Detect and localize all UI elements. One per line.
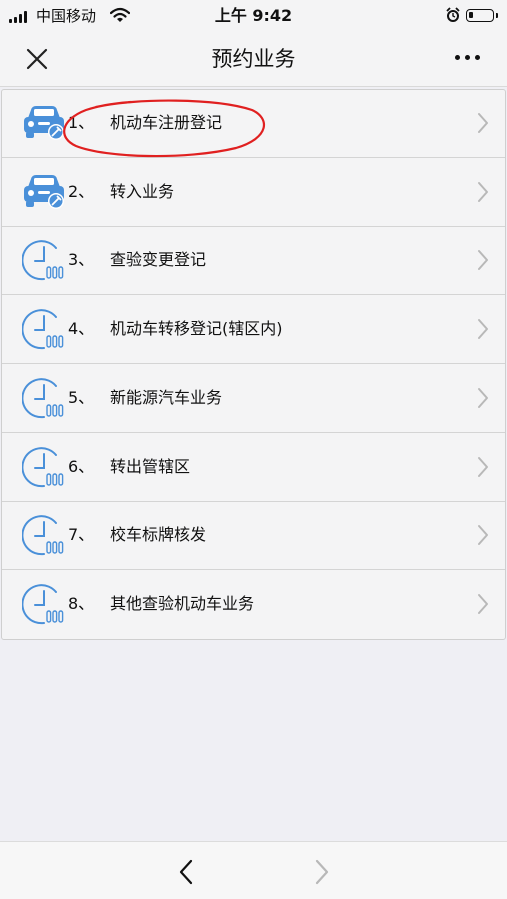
clock-icon <box>21 239 66 281</box>
alarm-icon <box>446 7 460 22</box>
item-number: 5、 <box>68 387 95 407</box>
item-number: 2、 <box>68 181 95 201</box>
chevron-right-icon <box>476 593 490 615</box>
list-item[interactable]: 3、 查验变更登记 <box>2 227 505 296</box>
list-item[interactable]: 2、 转入业务 <box>2 159 505 227</box>
chevron-right-icon <box>476 456 490 478</box>
chevron-right-icon <box>476 524 490 546</box>
bottom-toolbar <box>0 841 507 899</box>
item-label: 校车标牌核发 <box>110 525 207 545</box>
more-icon[interactable] <box>455 55 483 63</box>
clock-icon <box>21 514 66 556</box>
item-label: 其他查验机动车业务 <box>110 593 255 613</box>
clock-icon <box>21 377 66 419</box>
list-item[interactable]: 5、 新能源汽车业务 <box>2 365 505 433</box>
battery-icon <box>466 9 498 22</box>
page-title: 预约业务 <box>211 47 296 71</box>
item-label: 机动车转移登记(辖区内) <box>110 319 283 339</box>
list-item[interactable]: 7、 校车标牌核发 <box>2 502 505 571</box>
back-arrow-icon[interactable] <box>176 858 196 886</box>
item-number: 4、 <box>68 319 95 339</box>
car-icon <box>22 171 66 213</box>
list-item[interactable]: 4、 机动车转移登记(辖区内) <box>2 296 505 365</box>
chevron-right-icon <box>476 318 490 340</box>
item-number: 6、 <box>68 456 95 476</box>
annotation-ellipse <box>63 99 266 158</box>
chevron-right-icon <box>476 181 490 203</box>
clock-icon <box>21 583 66 625</box>
chevron-right-icon <box>476 112 490 134</box>
item-label: 查验变更登记 <box>110 250 207 270</box>
clock-icon <box>21 446 66 488</box>
forward-arrow-icon[interactable] <box>312 858 332 886</box>
clock-icon <box>21 308 66 350</box>
chevron-right-icon <box>476 249 490 271</box>
list-item[interactable]: 6、 转出管辖区 <box>2 434 505 502</box>
list-item[interactable]: 8、 其他查验机动车业务 <box>2 571 505 639</box>
status-bar: 中国移动 上午 9:42 <box>0 0 507 32</box>
item-label: 新能源汽车业务 <box>110 387 223 407</box>
status-time: 上午 9:42 <box>214 6 293 25</box>
item-label: 转入业务 <box>110 181 175 201</box>
item-label: 转出管辖区 <box>110 456 191 476</box>
item-number: 3、 <box>68 250 95 270</box>
appointment-list: 1、 机动车注册登记 2、 转入业务 3、 查验变更登记 4、 机动车转移登记(辖区内) <box>1 89 506 640</box>
nav-bar: 预约业务 <box>0 32 507 87</box>
item-number: 7、 <box>68 525 95 545</box>
chevron-right-icon <box>476 387 490 409</box>
item-number: 8、 <box>68 593 95 613</box>
